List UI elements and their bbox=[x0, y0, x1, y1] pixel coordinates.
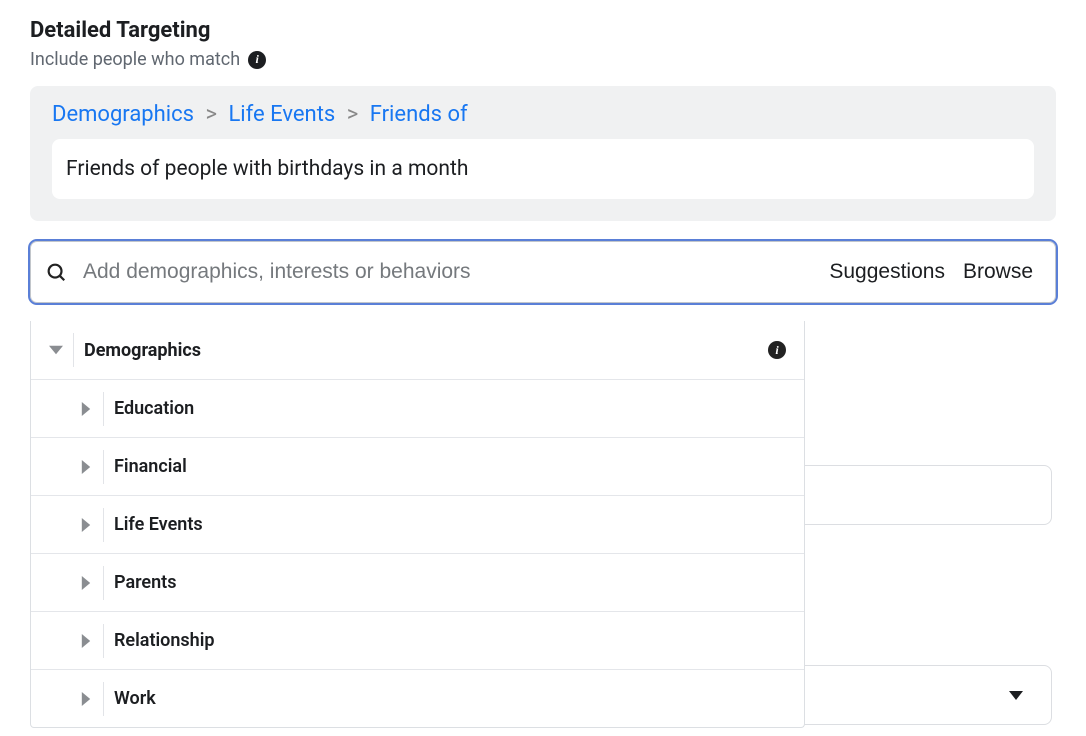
browse-button[interactable]: Browse bbox=[963, 260, 1033, 284]
dropdown-header-demographics[interactable]: Demographics i bbox=[31, 321, 804, 379]
info-icon[interactable]: i bbox=[768, 341, 786, 359]
browse-dropdown: Demographics i Education Financial Life … bbox=[30, 321, 805, 728]
suggestions-button[interactable]: Suggestions bbox=[829, 260, 945, 284]
divider bbox=[103, 508, 104, 542]
divider bbox=[103, 624, 104, 658]
subheading: Include people who match bbox=[30, 49, 240, 70]
dropdown-item-parents[interactable]: Parents bbox=[31, 553, 804, 611]
chevron-right-icon bbox=[71, 634, 101, 648]
info-icon[interactable]: i bbox=[248, 51, 266, 69]
dropdown-item-label: Life Events bbox=[114, 514, 786, 535]
breadcrumb: Demographics > Life Events > Friends of bbox=[52, 102, 1034, 127]
dropdown-item-work[interactable]: Work bbox=[31, 669, 804, 727]
dropdown-item-education[interactable]: Education bbox=[31, 379, 804, 437]
dropdown-item-life-events[interactable]: Life Events bbox=[31, 495, 804, 553]
chevron-right-icon bbox=[71, 518, 101, 532]
search-icon bbox=[45, 261, 67, 283]
dropdown-item-relationship[interactable]: Relationship bbox=[31, 611, 804, 669]
dropdown-item-label: Parents bbox=[114, 572, 786, 593]
divider bbox=[103, 450, 104, 484]
dropdown-item-label: Financial bbox=[114, 456, 786, 477]
selected-option-chip[interactable]: Friends of people with birthdays in a mo… bbox=[52, 139, 1034, 199]
dropdown-header-label: Demographics bbox=[84, 340, 768, 361]
breadcrumb-level-1[interactable]: Demographics bbox=[52, 102, 194, 127]
dropdown-item-label: Relationship bbox=[114, 630, 786, 651]
divider bbox=[103, 392, 104, 426]
dropdown-item-label: Work bbox=[114, 688, 786, 709]
selected-targeting-card: Demographics > Life Events > Friends of … bbox=[30, 86, 1056, 221]
divider bbox=[103, 682, 104, 716]
chevron-down-icon bbox=[41, 343, 71, 357]
breadcrumb-sep-icon: > bbox=[347, 102, 359, 127]
chevron-right-icon bbox=[71, 402, 101, 416]
breadcrumb-sep-icon: > bbox=[205, 102, 217, 127]
chevron-right-icon bbox=[71, 692, 101, 706]
divider bbox=[73, 333, 74, 367]
dropdown-item-financial[interactable]: Financial bbox=[31, 437, 804, 495]
chevron-right-icon bbox=[71, 576, 101, 590]
page-title: Detailed Targeting bbox=[30, 18, 1056, 43]
breadcrumb-level-3[interactable]: Friends of bbox=[370, 102, 468, 127]
chevron-right-icon bbox=[71, 460, 101, 474]
chevron-down-icon bbox=[1009, 691, 1023, 700]
search-row[interactable]: Suggestions Browse bbox=[30, 241, 1056, 303]
dropdown-item-label: Education bbox=[114, 398, 786, 419]
breadcrumb-level-2[interactable]: Life Events bbox=[228, 102, 335, 127]
divider bbox=[103, 566, 104, 600]
search-input[interactable] bbox=[83, 260, 813, 284]
